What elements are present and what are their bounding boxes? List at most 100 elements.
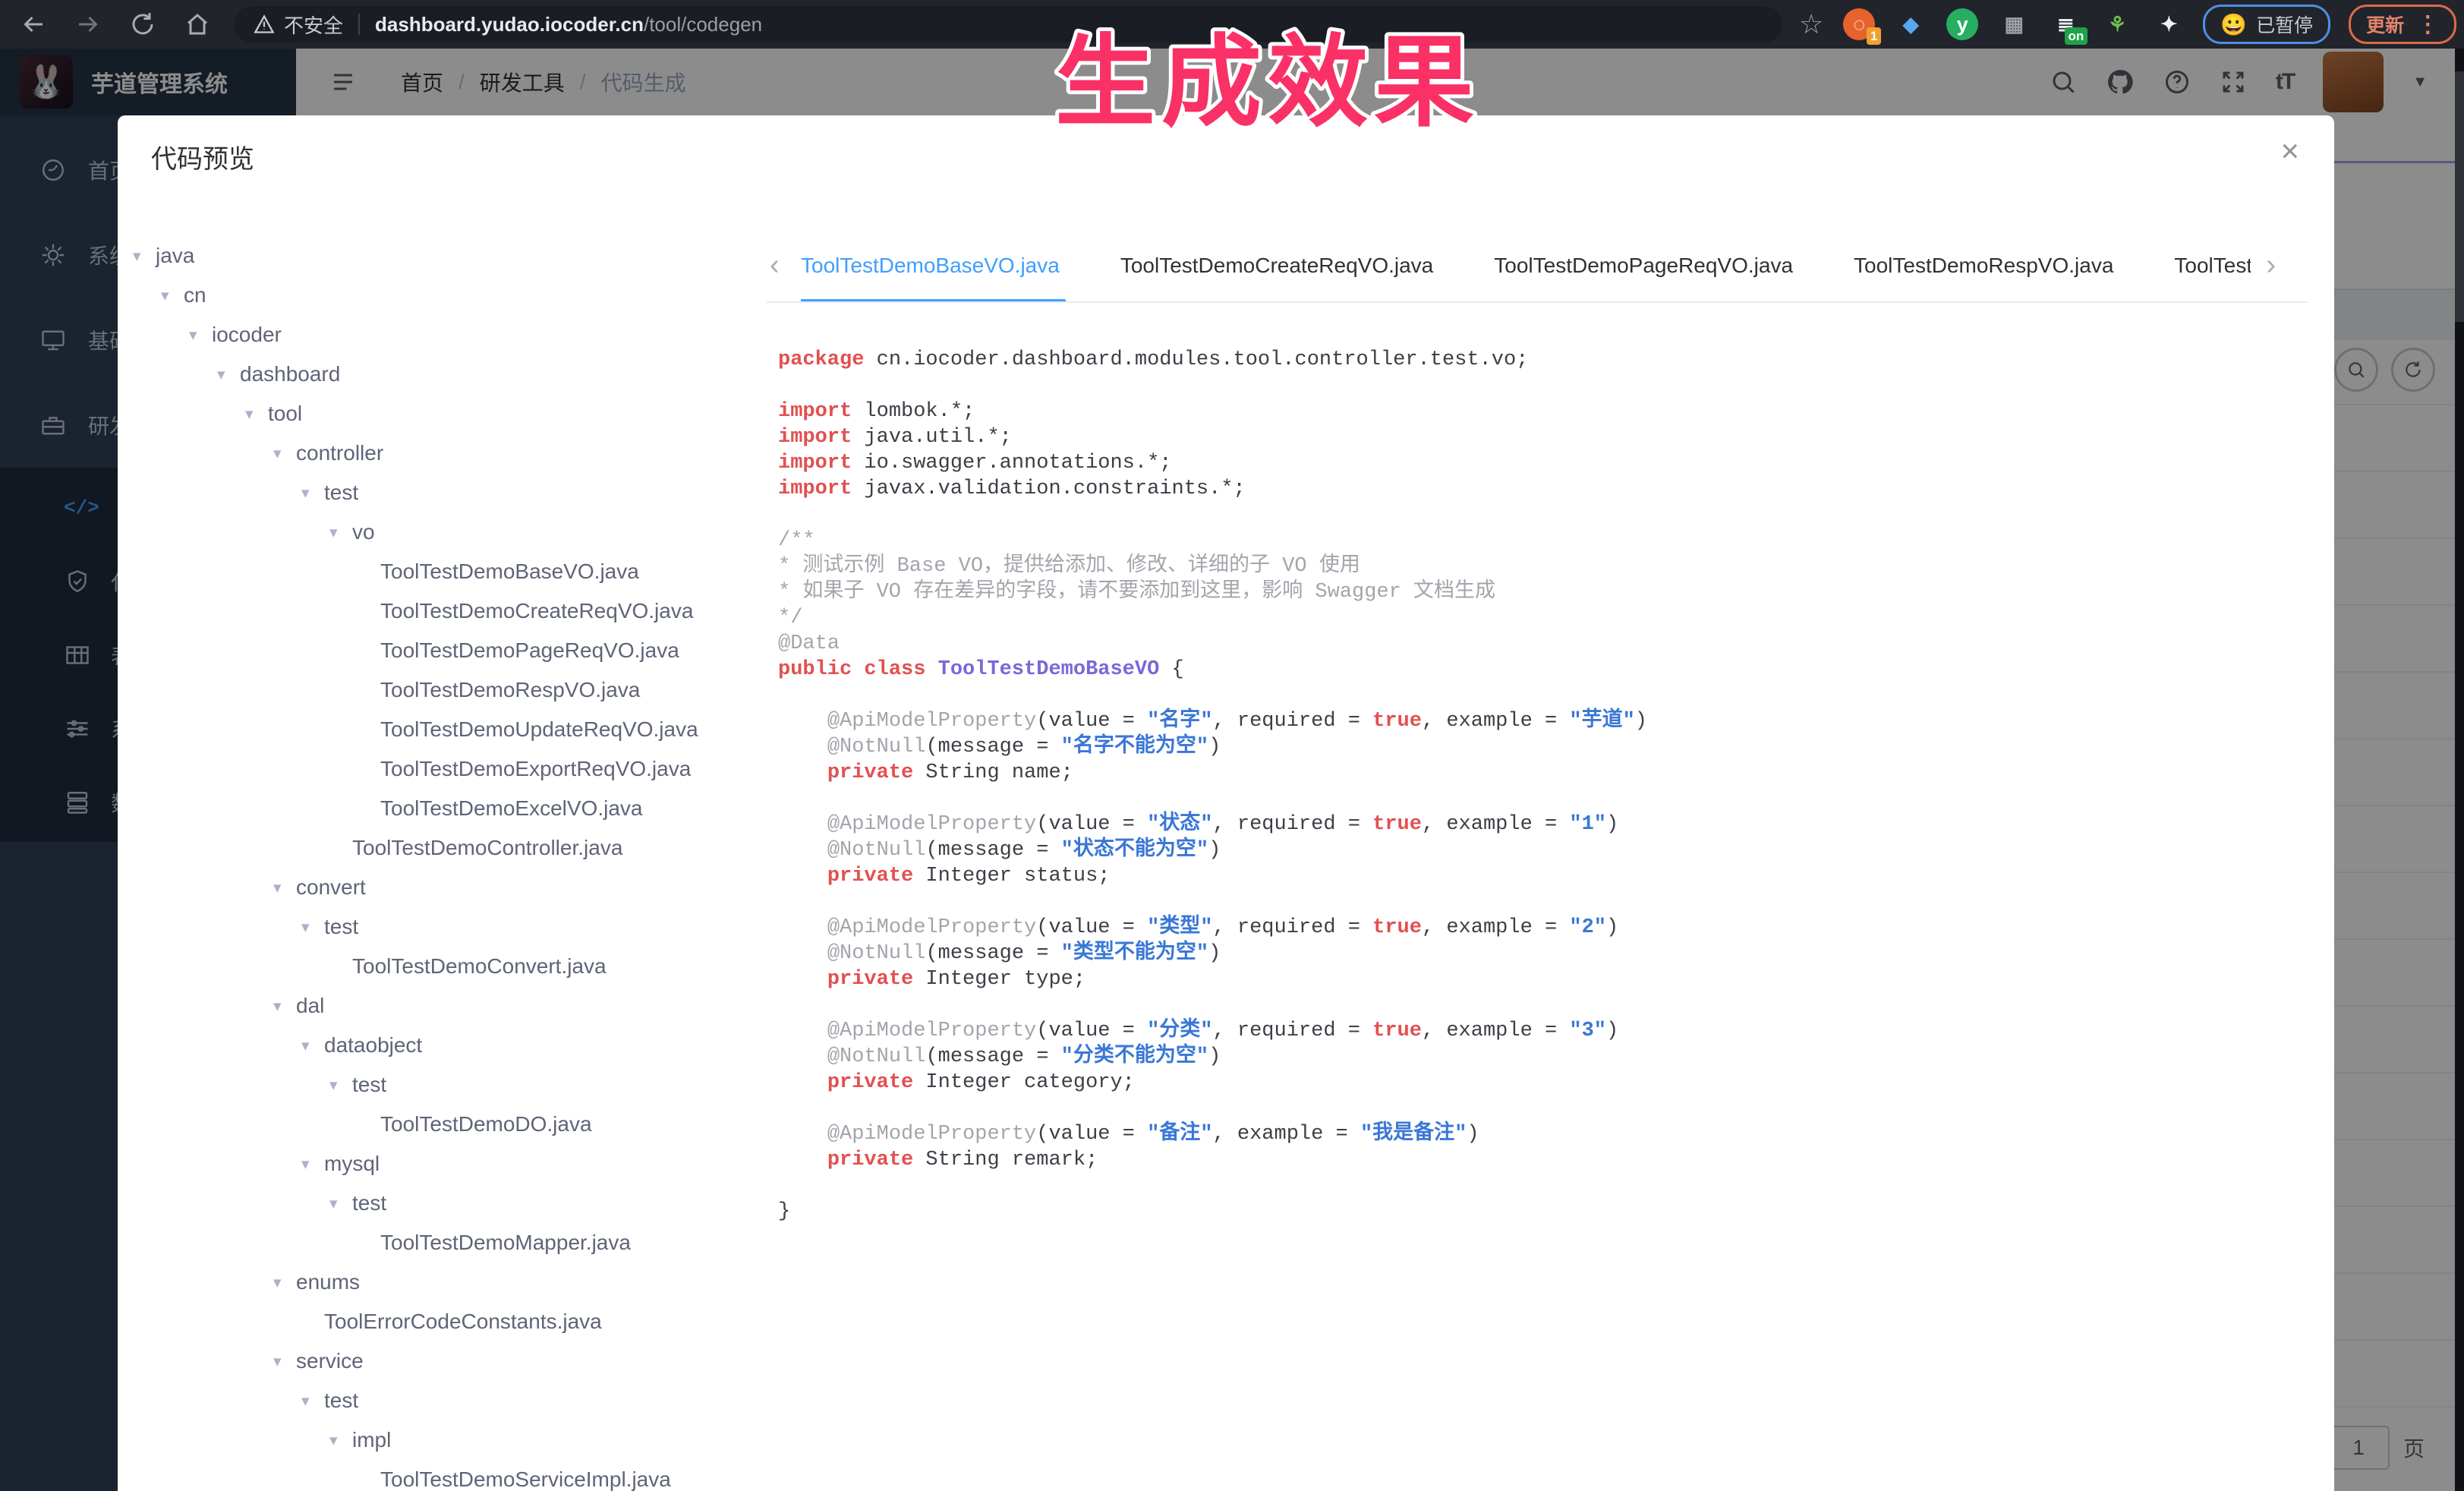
tree-item[interactable]: ▾test (133, 1381, 748, 1420)
browser-forward-icon[interactable] (74, 11, 102, 38)
tree-item[interactable]: ▾dal (133, 986, 748, 1026)
tree-item[interactable]: ▾java (133, 236, 748, 276)
code-line: @ApiModelProperty(value = "分类", required… (778, 1018, 2334, 1044)
tree-item[interactable]: ToolTestDemoExcelVO.java (133, 789, 748, 828)
tree-item[interactable]: ToolTestDemoServiceImpl.java (133, 1460, 748, 1491)
recording-paused-chip[interactable]: 😀 已暂停 (2203, 5, 2330, 44)
tabs-scroll-left-icon[interactable]: ‹ (770, 229, 780, 301)
code-line: @ApiModelProperty(value = "类型", required… (778, 915, 2334, 941)
caret-down-icon: ▾ (329, 1194, 352, 1213)
caret-down-icon: ▾ (273, 878, 296, 897)
tree-item[interactable]: ▾test (133, 1184, 748, 1223)
tree-item[interactable]: ToolTestDemoPageReqVO.java (133, 631, 748, 670)
folder-label: test (352, 1073, 386, 1097)
annotation-text: 生成效果 (1055, 27, 1480, 138)
file-tab[interactable]: ToolTestDemoUpdateReqVO.java (2174, 229, 2251, 301)
caret-down-icon: ▾ (301, 484, 324, 503)
code-line: */ (778, 605, 2334, 631)
tree-item[interactable]: ToolErrorCodeConstants.java (133, 1302, 748, 1341)
tree-item[interactable]: ToolTestDemoRespVO.java (133, 670, 748, 710)
folder-label: cn (184, 283, 206, 307)
browser-home-icon[interactable] (184, 11, 211, 38)
tabs-scroll-right-icon[interactable]: › (2266, 229, 2276, 301)
file-tab[interactable]: ToolTestDemoRespVO.java (1854, 229, 2113, 301)
tree-item[interactable]: ▾mysql (133, 1144, 748, 1184)
extension-orange-circle-icon[interactable]: ◌1 (1843, 8, 1875, 40)
file-label: ToolTestDemoRespVO.java (380, 678, 640, 702)
code-line: @NotNull(message = "名字不能为空") (778, 734, 2334, 760)
tree-item[interactable]: ToolTestDemoMapper.java (133, 1223, 748, 1262)
url-path: /tool/codegen (644, 13, 762, 36)
code-line: private String name; (778, 760, 2334, 786)
tree-item[interactable]: ▾dataobject (133, 1026, 748, 1065)
tree-item[interactable]: ToolTestDemoConvert.java (133, 947, 748, 986)
folder-label: convert (296, 875, 366, 900)
scrollbar-thumb[interactable] (2455, 71, 2464, 322)
tree-item[interactable]: ▾impl (133, 1420, 748, 1460)
chrome-update-button[interactable]: 更新 ⋮ (2349, 5, 2456, 44)
tree-item[interactable]: ▾test (133, 907, 748, 947)
tree-item[interactable]: ToolTestDemoDO.java (133, 1105, 748, 1144)
file-label: ToolTestDemoUpdateReqVO.java (380, 717, 698, 742)
file-label: ToolTestDemoController.java (352, 836, 622, 860)
tree-item[interactable]: ToolTestDemoController.java (133, 828, 748, 868)
file-tab[interactable]: ToolTestDemoBaseVO.java (801, 229, 1060, 301)
code-preview-dialog: 代码预览 × ▾java▾cn▾iocoder▾dashboard▾tool▾c… (118, 115, 2334, 1491)
tree-item[interactable]: ToolTestDemoExportReqVO.java (133, 749, 748, 789)
file-label: ToolTestDemoMapper.java (380, 1231, 631, 1255)
caret-down-icon: ▾ (329, 1431, 352, 1450)
code-line (778, 373, 2334, 399)
extension-list-on-icon[interactable]: ≣on (2050, 8, 2081, 40)
extension-green-y-icon[interactable]: y (1946, 8, 1978, 40)
code-line: import java.util.*; (778, 424, 2334, 450)
folder-label: java (156, 244, 194, 268)
extension-grid-icon[interactable]: ▦ (1998, 8, 2030, 40)
code-panel: ‹ ToolTestDemoBaseVO.java ToolTestDemoCre… (767, 229, 2334, 1491)
code-line: package cn.iocoder.dashboard.modules.too… (778, 347, 2334, 373)
address-bar[interactable]: 不安全 dashboard.yudao.iocoder.cn /tool/cod… (234, 6, 1782, 43)
tree-item[interactable]: ▾controller (133, 433, 748, 473)
bookmark-star-icon[interactable]: ☆ (1799, 8, 1823, 40)
tree-item[interactable]: ToolTestDemoUpdateReqVO.java (133, 710, 748, 749)
file-tab[interactable]: ToolTestDemoCreateReqVO.java (1120, 229, 1433, 301)
file-label: ToolTestDemoServiceImpl.java (380, 1467, 671, 1491)
tree-item[interactable]: ▾convert (133, 868, 748, 907)
tree-item[interactable]: ▾iocoder (133, 315, 748, 355)
caret-down-icon: ▾ (273, 1352, 296, 1371)
code-line: private String remark; (778, 1147, 2334, 1173)
file-tabbar: ‹ ToolTestDemoBaseVO.java ToolTestDemoCre… (767, 229, 2308, 303)
folder-label: test (324, 481, 358, 505)
tree-item[interactable]: ToolTestDemoCreateReqVO.java (133, 591, 748, 631)
file-tab[interactable]: ToolTestDemoPageReqVO.java (1494, 229, 1793, 301)
tree-item[interactable]: ▾vo (133, 512, 748, 552)
folder-label: impl (352, 1428, 391, 1452)
tree-item[interactable]: ▾test (133, 1065, 748, 1105)
extension-blue-gem-icon[interactable]: ◆ (1895, 8, 1927, 40)
warning-icon (254, 14, 275, 35)
browser-reload-icon[interactable] (129, 11, 156, 38)
tree-item[interactable]: ▾enums (133, 1262, 748, 1302)
code-line: private Integer category; (778, 1070, 2334, 1095)
caret-down-icon: ▾ (301, 1392, 324, 1411)
tree-item[interactable]: ▾tool (133, 394, 748, 433)
browser-menu-icon[interactable]: ⋮ (2416, 11, 2439, 38)
tree-item[interactable]: ▾cn (133, 276, 748, 315)
tree-item[interactable]: ▾dashboard (133, 355, 748, 394)
caret-down-icon: ▾ (245, 405, 268, 424)
code-line: @Data (778, 631, 2334, 657)
close-icon[interactable]: × (2280, 135, 2299, 167)
tree-item[interactable]: ▾service (133, 1341, 748, 1381)
caret-down-icon: ▾ (329, 1076, 352, 1095)
extension-puzzle-icon[interactable]: ✦ (2153, 8, 2185, 40)
divider (358, 14, 360, 35)
folder-label: tool (268, 402, 302, 426)
extension-plant-icon[interactable]: ⚘ (2101, 8, 2133, 40)
tree-item[interactable]: ▾test (133, 473, 748, 512)
caret-down-icon: ▾ (273, 1273, 296, 1292)
browser-back-icon[interactable] (20, 11, 47, 38)
url-host: dashboard.yudao.iocoder.cn (375, 13, 644, 36)
page-scrollbar[interactable] (2455, 49, 2464, 1491)
file-label: ToolTestDemoCreateReqVO.java (380, 599, 693, 623)
extension-badge: on (2065, 27, 2088, 45)
tree-item[interactable]: ToolTestDemoBaseVO.java (133, 552, 748, 591)
